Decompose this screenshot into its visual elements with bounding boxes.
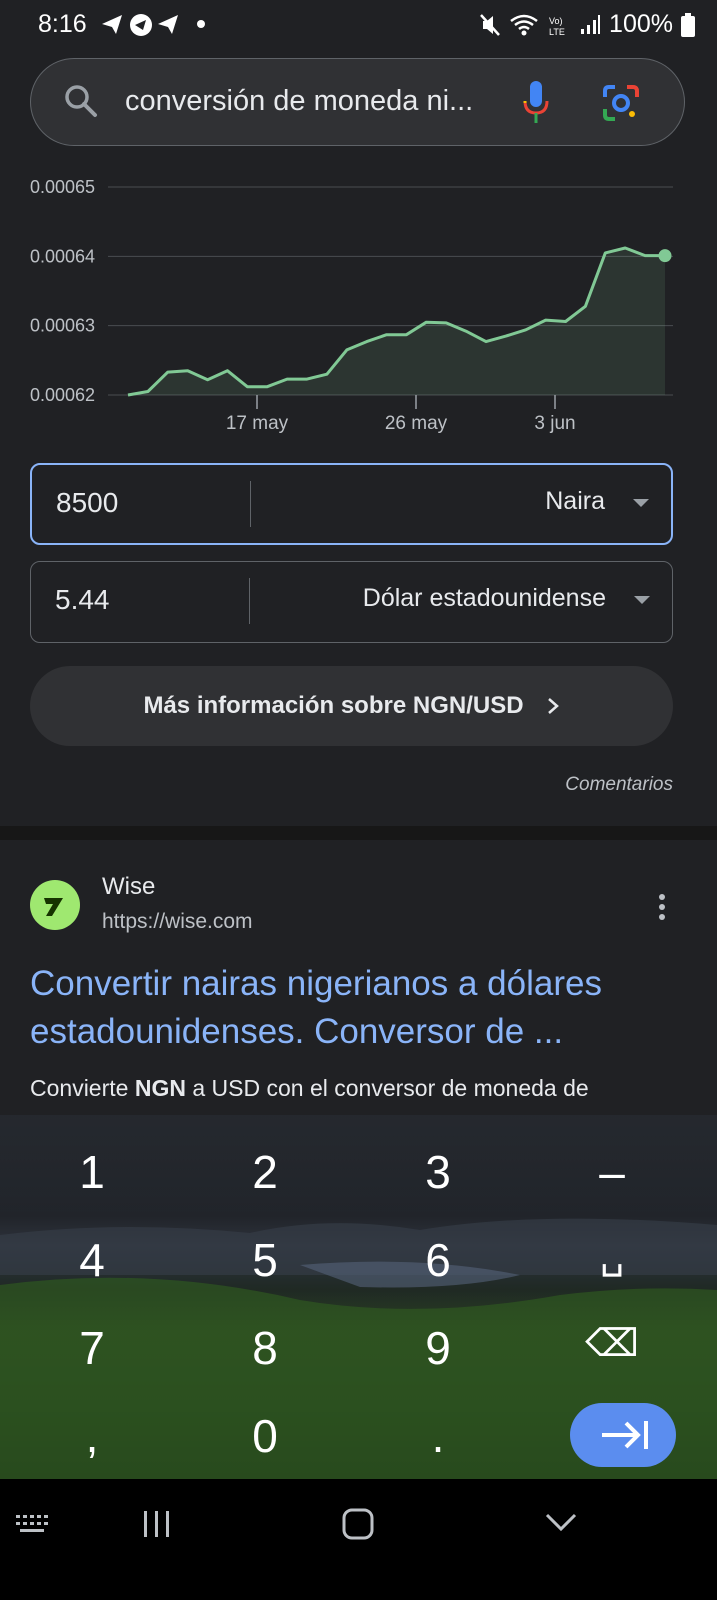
latest-point (658, 249, 672, 263)
key-backspace[interactable]: ⌫ (552, 1321, 672, 1366)
key-minus[interactable]: – (552, 1145, 672, 1199)
to-amount-input[interactable]: 5.44 (55, 584, 110, 616)
to-amount-box[interactable]: 5.44 Dólar estadounidense (30, 561, 673, 643)
home-icon[interactable] (341, 1507, 377, 1541)
more-info-label: Más información sobre NGN/USD (143, 692, 524, 719)
search-query[interactable]: conversión de moneda ni... (125, 85, 473, 118)
notification-icons (100, 12, 188, 44)
key-1[interactable]: 1 (32, 1145, 152, 1199)
key-6[interactable]: 6 (378, 1233, 498, 1287)
y-tick-label: 0.00062 (30, 385, 95, 405)
lens-icon[interactable] (601, 83, 641, 123)
more-options-icon[interactable] (655, 893, 669, 921)
key-9[interactable]: 9 (378, 1321, 498, 1375)
enter-button[interactable] (570, 1403, 676, 1467)
key-comma[interactable]: , (32, 1409, 152, 1463)
snippet-text: Convierte (30, 1075, 135, 1101)
exchange-rate-chart: 0.00065 0.00064 0.00063 0.00062 17 may 26 may… (30, 177, 673, 434)
key-space[interactable]: ␣ (552, 1233, 672, 1278)
mute-icon (480, 13, 500, 36)
search-bar[interactable]: conversión de moneda ni... (30, 58, 685, 146)
result-url[interactable]: https://wise.com (102, 910, 253, 934)
key-4[interactable]: 4 (32, 1233, 152, 1287)
chevron-down-icon[interactable] (544, 1511, 578, 1535)
volte-icon: Vo) LTE (549, 16, 565, 37)
status-bar: 8:16 Vo) LTE 100% (0, 0, 717, 50)
x-tick-label: 3 jun (534, 413, 575, 434)
from-amount-input[interactable]: 8500 (56, 487, 118, 519)
battery-icon (681, 12, 695, 37)
snippet-text: a USD con el conversor de moneda de (185, 1075, 589, 1101)
wise-logo-icon[interactable] (30, 880, 80, 930)
x-tick-label: 17 may (226, 413, 289, 434)
divider (249, 578, 250, 624)
result-site-name[interactable]: Wise (102, 873, 155, 901)
x-tick-label: 26 may (385, 413, 448, 434)
divider (250, 481, 251, 527)
from-currency-select[interactable]: Naira (545, 487, 605, 516)
feedback-link[interactable]: Comentarios (565, 774, 673, 796)
next-arrow-icon (602, 1421, 648, 1449)
dropdown-arrow-icon[interactable] (633, 499, 649, 507)
series-area (128, 248, 665, 395)
from-amount-box[interactable]: 8500 Naira (30, 463, 673, 545)
signal-icon (581, 14, 601, 34)
result-title-link[interactable]: Convertir nairas nigerianos a dólares es… (30, 960, 680, 1056)
status-time: 8:16 (38, 10, 87, 38)
numeric-keyboard: 1 2 3– 4 5 6 ␣ 7 8 9 ⌫, 0. (0, 1115, 717, 1479)
key-5[interactable]: 5 (205, 1233, 325, 1287)
svg-text:LTE: LTE (549, 27, 565, 37)
dot-icon (197, 20, 205, 28)
battery-percent: 100% (609, 10, 673, 38)
svg-text:Vo): Vo) (549, 16, 563, 26)
key-2[interactable]: 2 (205, 1145, 325, 1199)
result-snippet: Convierte NGN a USD con el conversor de … (30, 1072, 680, 1104)
y-tick-label: 0.00064 (30, 246, 95, 266)
key-7[interactable]: 7 (32, 1321, 152, 1375)
wifi-icon (510, 14, 538, 35)
key-period[interactable]: . (378, 1409, 498, 1463)
key-0[interactable]: 0 (205, 1409, 325, 1463)
key-3[interactable]: 3 (378, 1145, 498, 1199)
status-right: Vo) LTE 100% (479, 10, 695, 39)
navigation-bar (0, 1479, 717, 1600)
key-8[interactable]: 8 (205, 1321, 325, 1375)
y-tick-label: 0.00063 (30, 316, 95, 336)
section-separator (0, 826, 717, 840)
microphone-icon[interactable] (521, 79, 551, 125)
keyboard-hide-icon[interactable] (14, 1513, 54, 1537)
chevron-right-icon (547, 698, 559, 714)
search-icon (65, 85, 97, 117)
recent-apps-icon[interactable] (141, 1509, 173, 1539)
to-currency-select[interactable]: Dólar estadounidense (363, 584, 606, 613)
snippet-highlight: NGN (134, 1075, 186, 1101)
more-info-button[interactable]: Más información sobre NGN/USD (30, 666, 673, 746)
y-tick-label: 0.00065 (30, 177, 95, 197)
dropdown-arrow-icon[interactable] (634, 596, 650, 604)
